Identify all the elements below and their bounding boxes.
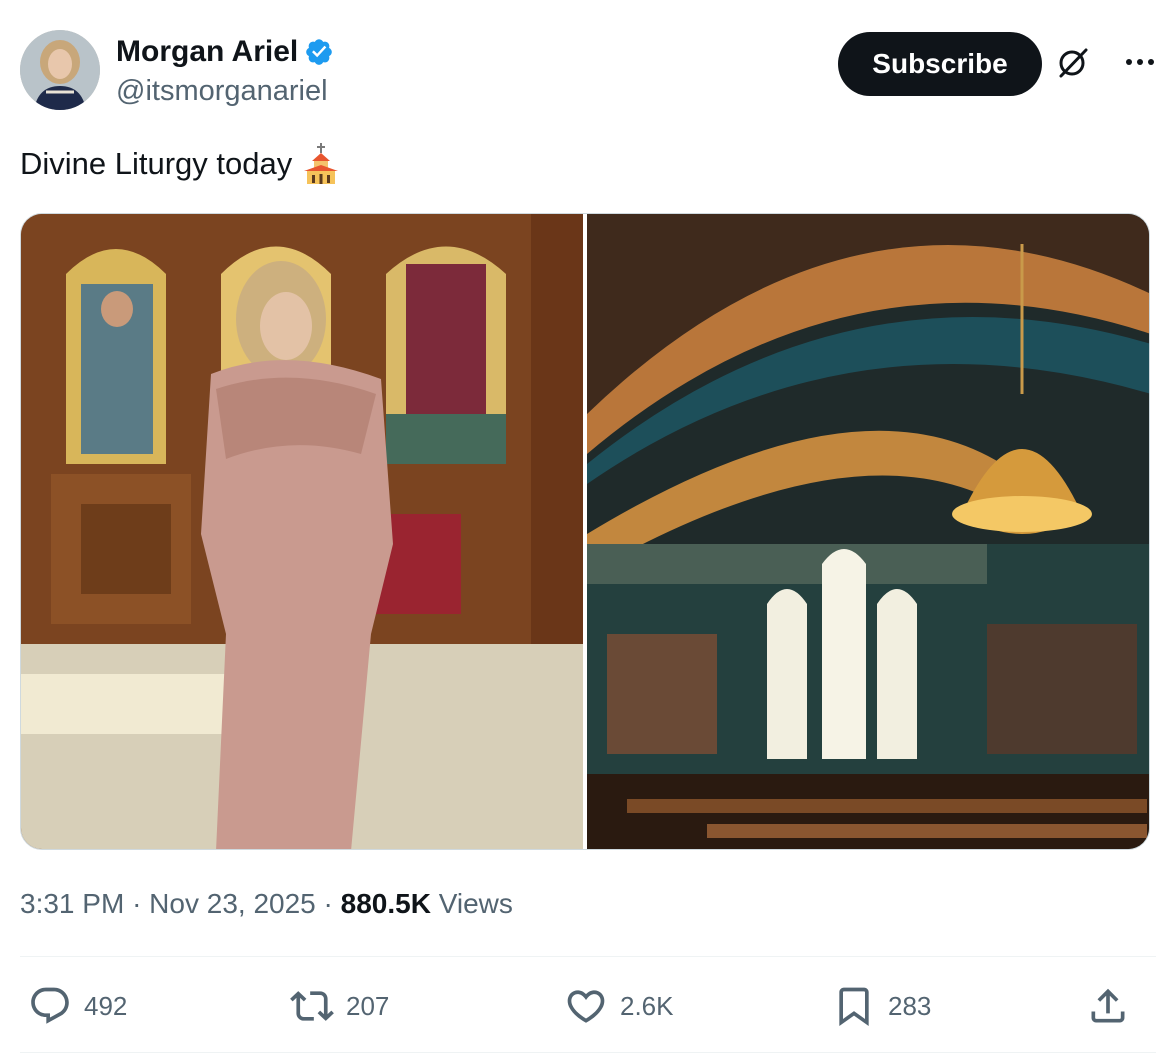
share-icon [1086,984,1130,1028]
repost-count: 207 [346,990,390,1021]
share-button[interactable] [1086,976,1130,1036]
tweet-date[interactable]: Nov 23, 2025 [149,888,316,919]
verified-badge-icon [304,37,334,67]
photo-church-portrait[interactable] [21,214,583,849]
avatar[interactable] [20,30,100,110]
author-handle[interactable]: @itsmorganariel [116,72,334,110]
tweet-header: Morgan Ariel @itsmorganariel Subscribe [20,30,1156,114]
meta-separator-2: · [323,888,333,919]
meta-separator: · [132,888,142,919]
reply-button[interactable]: 492 [28,976,127,1036]
tweet-text: Divine Liturgy today [20,142,340,186]
media-grid [20,213,1150,850]
like-icon [564,984,608,1028]
repost-icon [290,984,334,1028]
author-names: Morgan Ariel @itsmorganariel [116,34,334,110]
repost-button[interactable]: 207 [290,976,389,1036]
photo-church-interior[interactable] [587,214,1149,849]
divider-bottom [20,1052,1156,1053]
church-emoji [302,143,340,185]
divider-top [20,956,1156,957]
reply-icon [28,984,72,1028]
reply-count: 492 [84,990,128,1021]
views-label: Views [438,888,513,919]
more-icon[interactable] [1124,52,1156,72]
grok-icon[interactable] [1056,46,1090,80]
bookmark-button[interactable]: 283 [832,976,931,1036]
bookmark-count: 283 [888,990,932,1021]
subscribe-button[interactable]: Subscribe [838,32,1042,96]
action-bar: 492 207 2.6K 283 [20,976,1156,1036]
avatar-image [20,30,100,110]
like-count: 2.6K [620,990,674,1021]
tweet-text-content: Divine Liturgy today [20,146,293,181]
tweet-meta: 3:31 PM · Nov 23, 2025 · 880.5K Views [20,884,513,924]
display-name[interactable]: Morgan Ariel [116,34,298,70]
views-count: 880.5K [340,888,431,919]
tweet-time[interactable]: 3:31 PM [20,888,124,919]
like-button[interactable]: 2.6K [564,976,674,1036]
bookmark-icon [832,984,876,1028]
